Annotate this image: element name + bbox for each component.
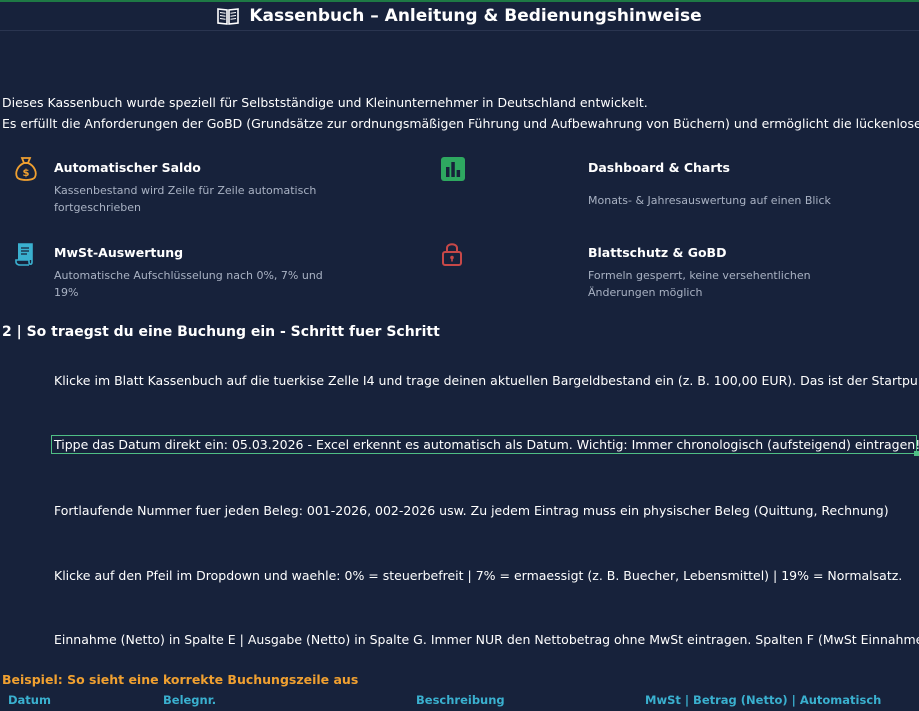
feature-title: MwSt-Auswertung <box>54 245 184 260</box>
intro-line-1: Dieses Kassenbuch wurde speziell für Sel… <box>2 95 648 110</box>
page-title: Kassenbuch – Anleitung & Bedienungshinwe… <box>249 6 702 26</box>
step-cell-2-text: Tippe das Datum direkt ein: 05.03.2026 -… <box>54 437 919 452</box>
feature-description: Kassenbestand wird Zeile für Zeile autom… <box>54 184 317 214</box>
step-cell-5[interactable]: Einnahme (Netto) in Spalte E | Ausgabe (… <box>54 632 919 647</box>
money-bag-icon: $ <box>14 156 38 182</box>
feature-title: Automatischer Saldo <box>54 160 201 175</box>
column-header-receipt-no[interactable]: Belegnr. <box>163 693 216 707</box>
feature-title: Dashboard & Charts <box>588 160 730 175</box>
lock-icon <box>440 241 464 267</box>
column-header-vat-amount-auto[interactable]: MwSt | Betrag (Netto) | Automatisch <box>645 693 881 707</box>
step-cell-2-selected[interactable]: Tippe das Datum direkt ein: 05.03.2026 -… <box>51 435 919 456</box>
section-heading: 2 | So traegst du eine Buchung ein - Sch… <box>2 324 440 340</box>
bar-chart-icon <box>440 156 465 182</box>
scroll-icon <box>14 241 38 267</box>
fill-handle[interactable] <box>914 451 919 456</box>
step-cell-4[interactable]: Klicke auf den Pfeil im Dropdown und wae… <box>54 568 902 583</box>
example-title: Beispiel: So sieht eine korrekte Buchung… <box>2 672 359 687</box>
intro-line-2: Es erfüllt die Anforderungen der GoBD (G… <box>2 116 919 131</box>
feature-title: Blattschutz & GoBD <box>588 245 727 260</box>
step-cell-3[interactable]: Fortlaufende Nummer fuer jeden Beleg: 00… <box>54 503 889 518</box>
feature-description: Monats- & Jahresauswertung auf einen Bli… <box>588 194 831 207</box>
column-header-description[interactable]: Beschreibung <box>416 693 505 707</box>
feature-description: Formeln gesperrt, keine versehentlichen … <box>588 269 811 299</box>
svg-text:$: $ <box>23 168 30 179</box>
book-icon <box>217 7 240 25</box>
column-header-date[interactable]: Datum <box>8 693 51 707</box>
step-cell-1[interactable]: Klicke im Blatt Kassenbuch auf die tuerk… <box>54 373 919 388</box>
page-title-bar: Kassenbuch – Anleitung & Bedienungshinwe… <box>0 2 919 31</box>
feature-description: Automatische Aufschlüsselung nach 0%, 7%… <box>54 269 323 299</box>
